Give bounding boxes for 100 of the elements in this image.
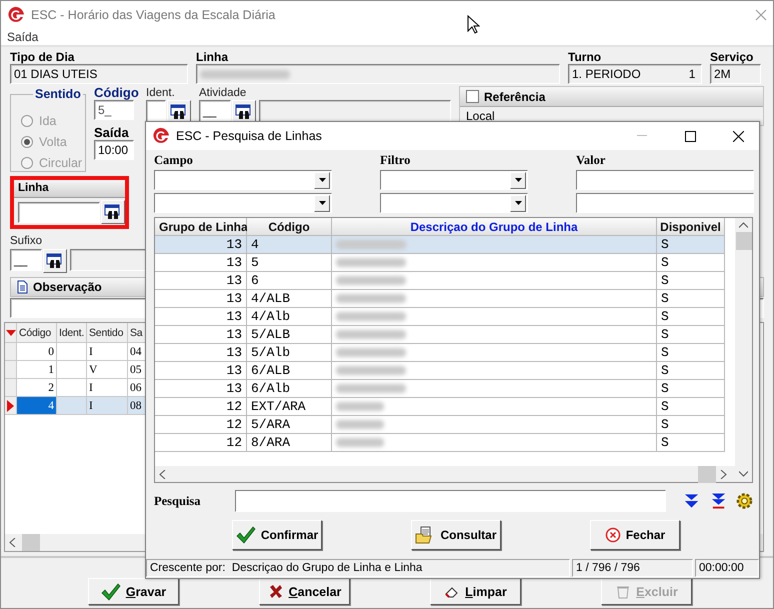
table-cell: 5/ALB (247, 326, 332, 344)
redacted-text (336, 420, 384, 429)
scrollbar-thumb[interactable] (22, 534, 40, 551)
close-circle-icon (604, 527, 621, 543)
table-cell: 6/ALB (247, 362, 332, 380)
table-cell: S (657, 290, 725, 308)
table-cell: 13 (155, 362, 247, 380)
text-field[interactable]: 10:00 (94, 140, 134, 160)
gear-icon[interactable] (736, 492, 753, 510)
redacted-text (336, 294, 406, 303)
field-label: Turno (568, 50, 602, 64)
row-pointer-icon (7, 400, 14, 412)
text-field[interactable]: __ (10, 249, 42, 271)
caret-icon[interactable] (318, 201, 326, 205)
search-button[interactable] (101, 200, 125, 224)
table-cell: S (657, 380, 725, 398)
table-cell: 13 (155, 290, 247, 308)
action-button[interactable]: Cancelar (259, 578, 350, 605)
table-cell: I (87, 397, 128, 415)
dropdown[interactable] (154, 193, 332, 213)
column-header[interactable]: Ident. (57, 323, 87, 343)
row-header-cell[interactable] (5, 379, 17, 397)
text-field[interactable] (18, 202, 100, 222)
text-field[interactable]: 1. PERIODO 1 (568, 64, 702, 84)
action-button[interactable]: Fechar (590, 520, 680, 550)
panel-title: Observação (33, 280, 102, 294)
column-header[interactable]: Código (247, 218, 332, 236)
table-cell (57, 343, 87, 361)
row-header-cell[interactable] (5, 397, 17, 415)
caret-icon[interactable] (514, 201, 522, 205)
window-title: ESC - Horário das Viagens da Escala Diária (31, 8, 276, 22)
row-header-cell[interactable] (5, 361, 17, 379)
text-field[interactable]: 2M (710, 64, 761, 84)
redacted-text (336, 240, 406, 249)
table-cell: 13 (155, 380, 247, 398)
panel-header: Linha (14, 180, 125, 198)
search-button[interactable] (43, 249, 67, 273)
table-cell (57, 361, 87, 379)
action-button[interactable]: Consultar (411, 520, 501, 550)
search-field[interactable] (234, 490, 666, 512)
action-button[interactable]: Confirmar (232, 520, 322, 550)
table-cell: 6/Alb (247, 380, 332, 398)
scroll-left-icon[interactable] (159, 470, 166, 478)
scrollbar-thumb[interactable] (698, 466, 716, 482)
value-field[interactable] (576, 193, 754, 213)
scroll-left-icon[interactable] (9, 538, 16, 547)
double-down-arrow-icon[interactable] (710, 492, 726, 510)
column-header[interactable]: Disponivel (657, 218, 725, 236)
column-header[interactable]: Grupo de Linha (155, 218, 247, 236)
caret-icon[interactable] (318, 178, 326, 182)
table-cell: 5/ARA (247, 416, 332, 434)
status-text: Crescente por: Descriçao do Grupo de Linha e Linha (146, 559, 570, 577)
table-cell: 4/Alb (247, 308, 332, 326)
row-header-cell[interactable] (5, 343, 17, 361)
table-cell: 4/ALB (247, 290, 332, 308)
maximize-icon[interactable] (684, 130, 696, 142)
table-cell: 5 (247, 254, 332, 272)
menu-item[interactable]: Saída (7, 30, 38, 44)
action-button[interactable]: Gravar (88, 578, 179, 605)
column-header[interactable]: Sentido (87, 323, 128, 343)
field-label: Linha (196, 50, 230, 64)
text-field[interactable] (196, 64, 560, 84)
dropdown[interactable] (154, 170, 332, 190)
table-cell: S (657, 344, 725, 362)
action-button[interactable]: Limpar (430, 578, 521, 605)
redacted-text (336, 438, 384, 447)
table-cell: 4 (247, 236, 332, 254)
table-cell: S (657, 326, 725, 344)
table-cell: 4 (17, 397, 57, 415)
column-header[interactable]: Descriçao do Grupo de Linha (332, 218, 657, 236)
field-label: Atividade (199, 86, 246, 100)
logo-icon (7, 6, 25, 24)
text-field[interactable] (259, 100, 451, 122)
dropdown[interactable] (380, 193, 528, 213)
double-down-arrow-icon[interactable] (684, 493, 699, 509)
scroll-right-icon[interactable] (720, 470, 727, 478)
text-field[interactable]: __ (199, 100, 231, 122)
filter-label: Filtro (380, 153, 412, 167)
close-icon[interactable] (732, 130, 744, 142)
redacted-text (336, 312, 406, 321)
scrollbar-thumb[interactable] (736, 232, 752, 250)
table-cell: 12 (155, 416, 247, 434)
text-field[interactable] (146, 100, 166, 122)
column-header[interactable]: Código (17, 323, 57, 343)
field-label: Serviço (710, 50, 754, 64)
scrollbar[interactable] (155, 466, 752, 482)
text-field[interactable]: 5_ (94, 100, 134, 120)
scrollbar[interactable] (735, 218, 752, 466)
redacted-text (336, 384, 406, 393)
caret-icon[interactable] (514, 178, 522, 182)
dropdown[interactable] (380, 170, 528, 190)
scroll-up-icon[interactable] (739, 222, 748, 228)
table-cell: 13 (155, 344, 247, 362)
text-field[interactable]: 01 DIAS UTEIS (10, 64, 188, 84)
sort-arrow-icon (6, 330, 16, 336)
table-cell: 13 (155, 326, 247, 344)
scroll-down-icon[interactable] (739, 471, 748, 477)
field-label: Tipo de Dia (10, 50, 76, 64)
checkbox[interactable] (466, 90, 479, 103)
value-field[interactable] (576, 170, 754, 190)
